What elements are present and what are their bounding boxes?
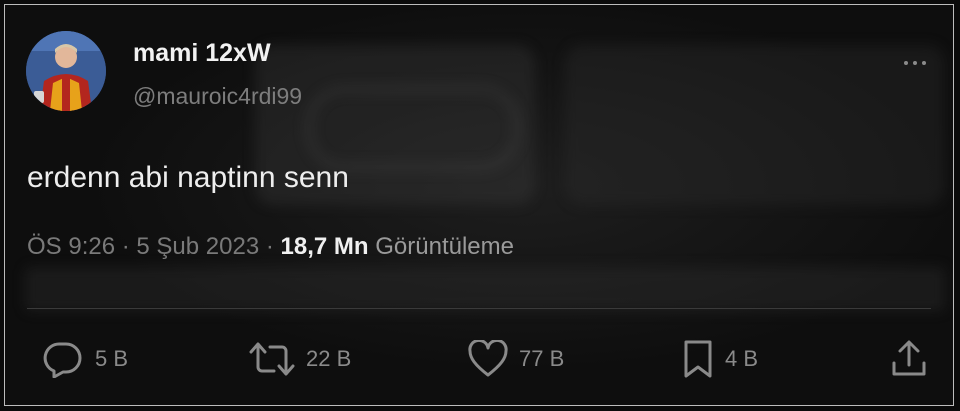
more-horizontal-icon: [922, 61, 926, 65]
share-button[interactable]: [889, 339, 929, 379]
views-label: Görüntüleme: [375, 233, 514, 260]
like-button[interactable]: 77 B: [467, 339, 564, 379]
bookmark-icon: [684, 340, 712, 378]
retweet-count: 22 B: [306, 346, 352, 371]
meta-separator: ·: [121, 233, 130, 260]
like-count: 77 B: [519, 346, 565, 371]
more-horizontal-icon: [904, 61, 908, 65]
divider: [27, 308, 931, 309]
background-blur-shape: [305, 85, 521, 171]
user-handle[interactable]: @mauroic4rdi99: [133, 83, 302, 110]
share-icon: [892, 340, 926, 376]
heart-icon: [468, 340, 508, 377]
retweet-icon: [249, 342, 295, 376]
tweet-card: mami 12xW @mauroic4rdi99 erdenn abi napt…: [4, 4, 954, 406]
background-blur-shape: [565, 45, 945, 205]
meta-separator: ·: [265, 233, 274, 260]
tweet-date[interactable]: 5 Şub 2023: [136, 233, 259, 260]
bookmark-count: 4 B: [725, 346, 759, 371]
views-count: 18,7 Mn: [280, 233, 369, 260]
reply-button[interactable]: 5 B: [41, 339, 128, 379]
action-bar: 5 B 22 B 77 B 4 B: [5, 339, 953, 379]
retweet-button[interactable]: 22 B: [248, 339, 351, 379]
bookmark-button[interactable]: 4 B: [681, 339, 758, 379]
reply-count: 5 B: [95, 346, 129, 371]
tweet-text: erdenn abi naptinn senn: [27, 161, 349, 194]
more-horizontal-icon: [913, 61, 917, 65]
tweet-time[interactable]: ÖS 9:26: [27, 233, 115, 260]
background-blur-shape: [25, 267, 945, 311]
avatar[interactable]: [26, 31, 106, 111]
more-options-button[interactable]: [895, 52, 935, 74]
user-display-name[interactable]: mami 12xW: [133, 39, 271, 68]
profile-photo-icon: [26, 31, 106, 111]
reply-icon: [43, 342, 82, 378]
tweet-meta: ÖS 9:26 · 5 Şub 2023 · 18,7 Mn Görüntüle…: [27, 233, 514, 261]
